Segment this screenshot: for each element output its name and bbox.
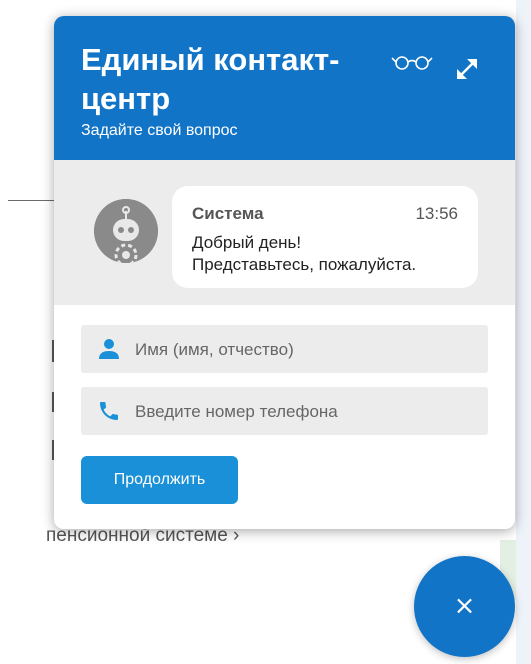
- glasses-icon[interactable]: [391, 52, 433, 72]
- phone-input[interactable]: [133, 387, 482, 437]
- widget-title: Единый контакт-центр: [81, 42, 340, 116]
- continue-button[interactable]: Продолжить: [81, 456, 238, 504]
- phone-field[interactable]: [81, 387, 488, 437]
- widget-subtitle: Задайте свой вопрос: [81, 122, 238, 139]
- chat-area: Система 13:56 Добрый день! Представьтесь…: [54, 160, 515, 305]
- contact-form: Продолжить: [54, 305, 515, 529]
- name-input[interactable]: [133, 325, 482, 375]
- close-icon: ×: [453, 591, 476, 621]
- expand-icon[interactable]: [452, 54, 482, 84]
- message-sender: Система: [192, 204, 264, 223]
- phone-icon: [97, 399, 121, 423]
- message-text: Добрый день! Представьтесь, пожалуйста.: [192, 232, 472, 276]
- person-icon: [97, 337, 121, 361]
- message-time: 13:56: [415, 204, 458, 223]
- chat-widget: Единый контакт-центр Задайте свой вопрос: [54, 16, 515, 529]
- robot-icon: [94, 199, 158, 263]
- message-line: Представьтесь, пожалуйста.: [192, 255, 417, 274]
- name-field[interactable]: [81, 325, 488, 375]
- widget-header: Единый контакт-центр Задайте свой вопрос: [54, 16, 515, 160]
- message-line: Добрый день!: [192, 233, 302, 252]
- page-divider: [8, 200, 58, 201]
- message-bubble: Система 13:56 Добрый день! Представьтесь…: [172, 186, 478, 288]
- close-chat-button[interactable]: ×: [414, 556, 515, 657]
- page-right-strip: [516, 0, 531, 664]
